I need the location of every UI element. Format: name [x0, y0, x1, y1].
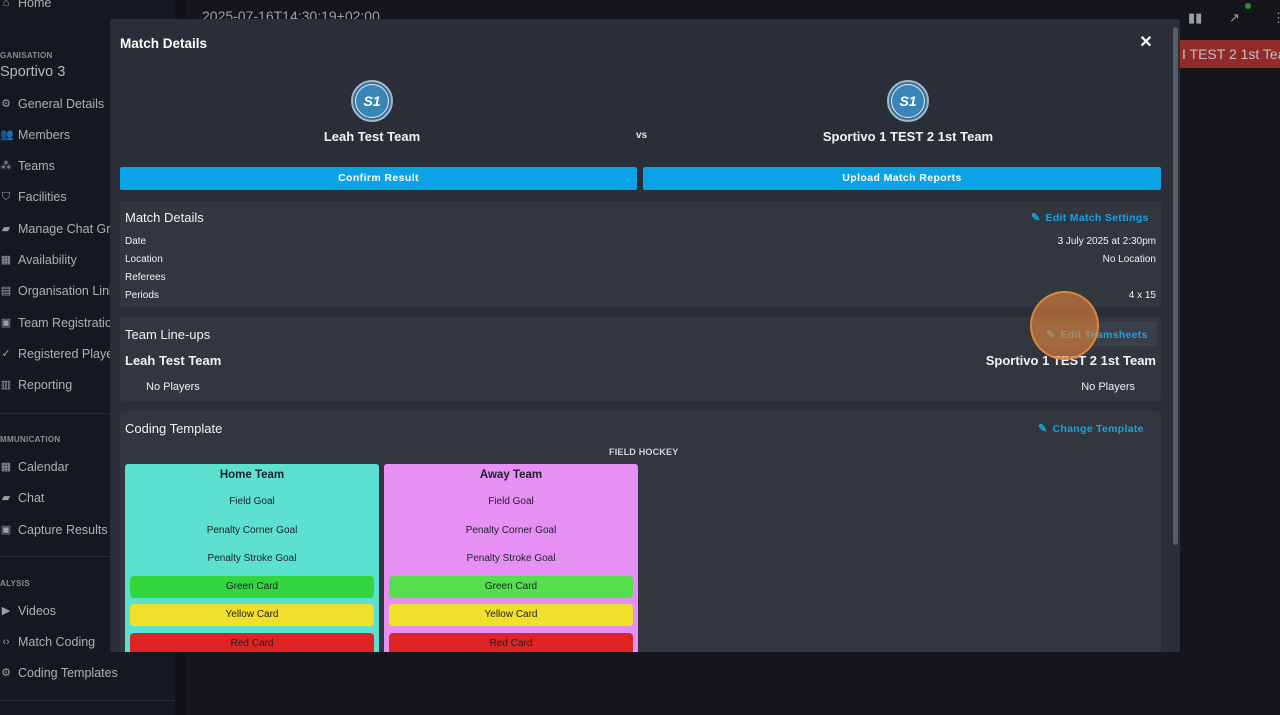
away-team-coding-column: Away Team Field Goal Penalty Corner Goal…	[384, 464, 638, 652]
panel-title: Coding Template	[125, 421, 223, 436]
home-team-logo: S1	[351, 80, 393, 122]
periods-label: Periods	[125, 290, 159, 301]
confirm-result-button[interactable]: Confirm Result	[120, 167, 637, 190]
pencil-icon: ✎	[1038, 423, 1048, 435]
away-team-logo: S1	[887, 80, 929, 122]
column-header: Away Team	[479, 469, 543, 481]
code-button[interactable]: Penalty Corner Goal	[384, 525, 638, 536]
logo-mark: S1	[355, 84, 389, 118]
home-no-players: No Players	[146, 381, 200, 393]
panel-title: Match Details	[125, 210, 204, 225]
date-value: 3 July 2025 at 2:30pm	[1057, 236, 1156, 247]
periods-value: 4 x 15	[1128, 290, 1156, 301]
date-label: Date	[125, 236, 147, 247]
green-card-button[interactable]: Green Card	[130, 576, 374, 598]
edit-teamsheets-label: Edit Teamsheets	[1060, 329, 1148, 341]
red-card-button[interactable]: Red Card	[130, 633, 374, 652]
edit-teamsheets-link[interactable]: ✎ Edit Teamsheets	[1046, 328, 1148, 341]
code-button[interactable]: Penalty Stroke Goal	[125, 553, 379, 564]
panel-title: Team Line-ups	[125, 327, 211, 342]
away-team-name: Sportivo 1 TEST 2 1st Team	[822, 129, 994, 144]
sport-label: FIELD HOCKEY	[609, 447, 679, 457]
code-button[interactable]: Field Goal	[125, 496, 379, 507]
match-details-modal: Match Details ✕ S1 Leah Test Team vs S1 …	[110, 19, 1180, 652]
away-no-players: No Players	[1081, 381, 1135, 393]
home-team-name: Leah Test Team	[323, 129, 421, 144]
close-icon[interactable]: ✕	[1137, 33, 1155, 53]
team-lineups-panel: Team Line-ups Leah Test Team Sportivo 1 …	[120, 317, 1161, 401]
code-button[interactable]: Penalty Corner Goal	[125, 525, 379, 536]
code-button[interactable]: Penalty Stroke Goal	[384, 553, 638, 564]
yellow-card-button[interactable]: Yellow Card	[389, 604, 633, 626]
home-lineup-team: Leah Test Team	[125, 353, 222, 368]
upload-match-reports-button[interactable]: Upload Match Reports	[643, 167, 1161, 190]
location-label: Location	[125, 254, 163, 265]
referees-label: Referees	[125, 272, 166, 283]
pencil-icon: ✎	[1031, 212, 1041, 224]
change-template-link[interactable]: ✎ Change Template	[1038, 422, 1144, 435]
column-header: Home Team	[219, 469, 285, 481]
vs-label: vs	[636, 130, 648, 141]
away-lineup-team: Sportivo 1 TEST 2 1st Team	[985, 353, 1156, 368]
logo-mark: S1	[891, 84, 925, 118]
home-team-coding-column: Home Team Field Goal Penalty Corner Goal…	[125, 464, 379, 652]
location-value: No Location	[1102, 254, 1156, 265]
modal-scrollbar-thumb[interactable]	[1173, 27, 1178, 545]
match-details-panel: Match Details ✎ Edit Match Settings Date …	[120, 201, 1161, 307]
edit-match-settings-label: Edit Match Settings	[1045, 212, 1149, 224]
code-button[interactable]: Field Goal	[384, 496, 638, 507]
modal-title: Match Details	[120, 36, 208, 51]
green-card-button[interactable]: Green Card	[389, 576, 633, 598]
change-template-label: Change Template	[1052, 423, 1144, 435]
pencil-icon: ✎	[1046, 329, 1056, 341]
edit-match-settings-link[interactable]: ✎ Edit Match Settings	[1031, 211, 1149, 224]
red-card-button[interactable]: Red Card	[389, 633, 633, 652]
yellow-card-button[interactable]: Yellow Card	[130, 604, 374, 626]
